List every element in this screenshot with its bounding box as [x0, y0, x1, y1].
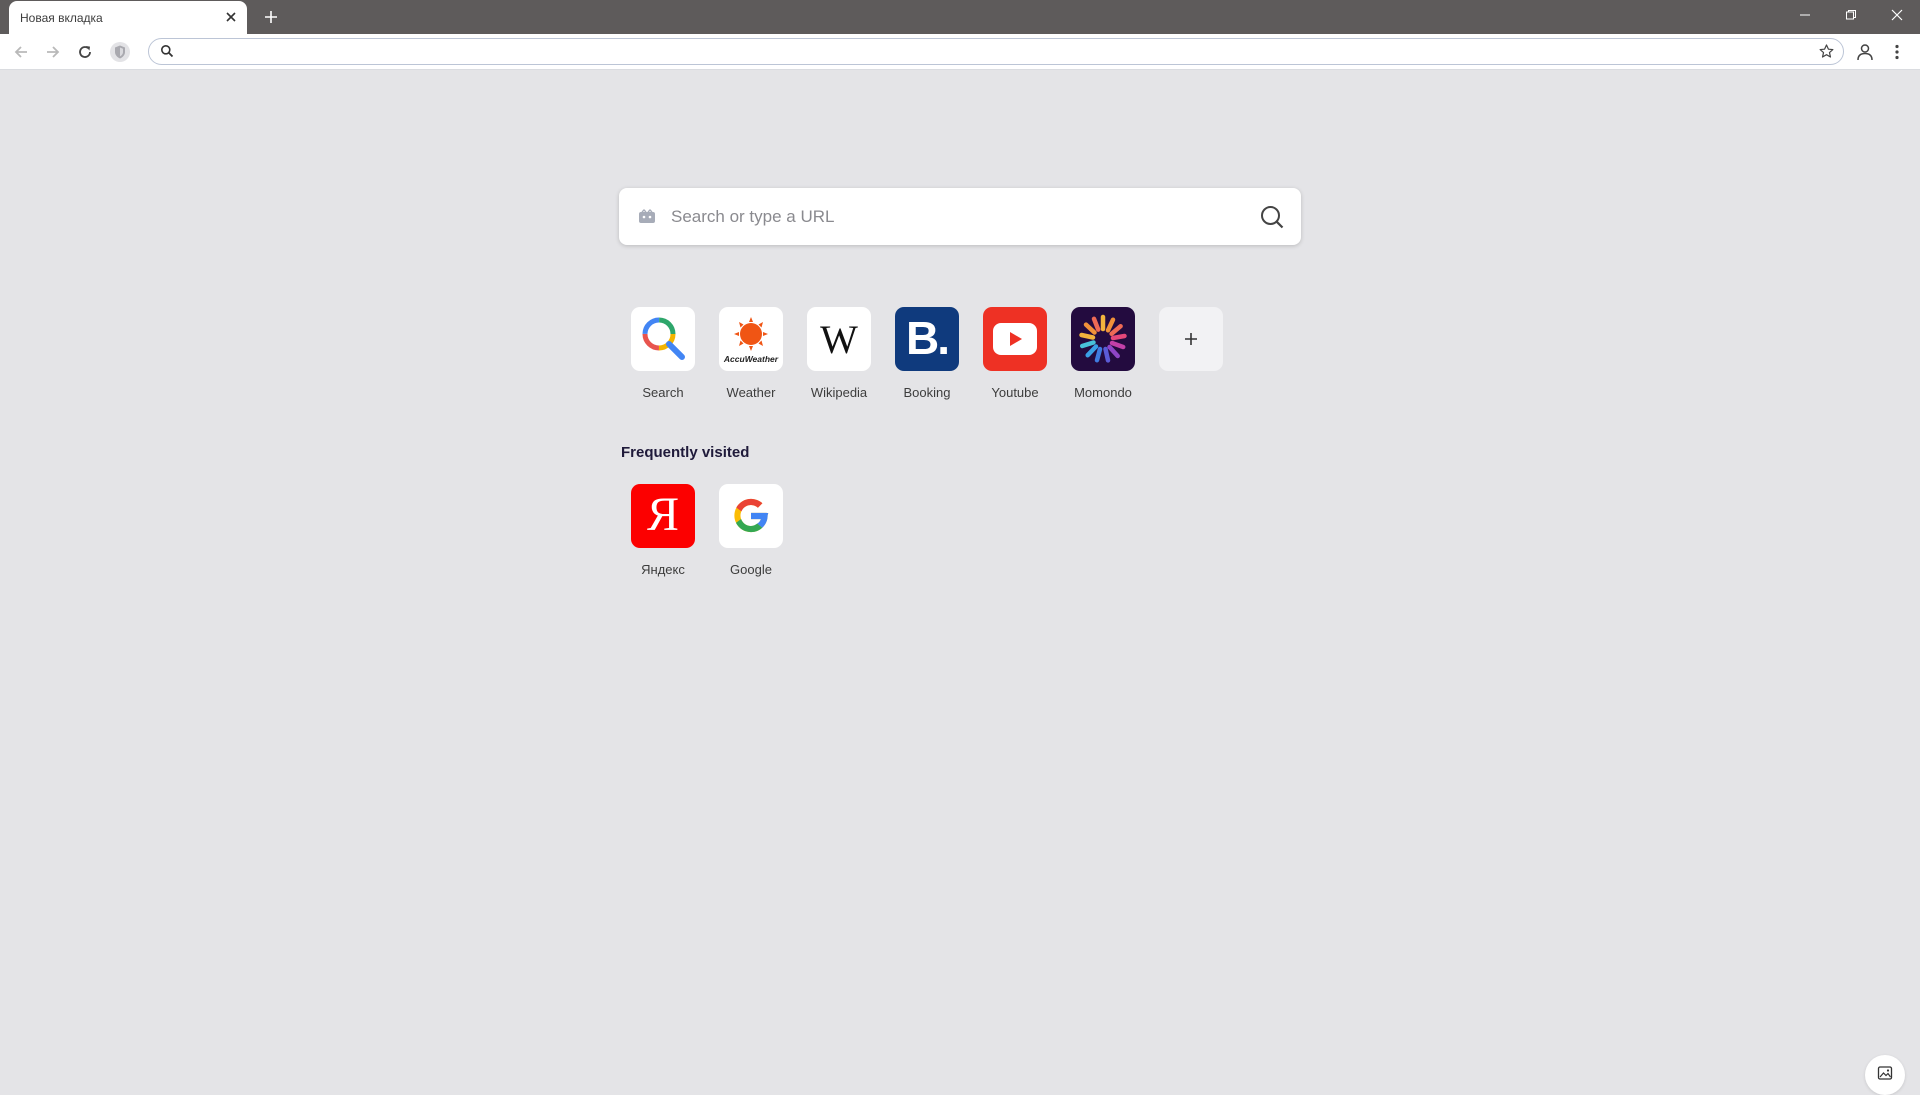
accuweather-logo-text: AccuWeather — [723, 353, 779, 364]
momondo-logo-icon — [1071, 307, 1135, 371]
tile-label: Google — [730, 562, 772, 577]
tab-close-icon[interactable] — [223, 9, 239, 25]
yandex-logo-icon: Я — [631, 484, 695, 548]
customize-background-button[interactable] — [1865, 1055, 1905, 1095]
tile-yandex[interactable]: Я Яндекс — [619, 484, 707, 584]
magnifier-logo-icon — [631, 307, 695, 371]
tile-label: Яндекс — [641, 562, 685, 577]
shield-icon[interactable] — [108, 40, 132, 64]
add-tile-button[interactable] — [1147, 307, 1235, 407]
close-window-icon[interactable] — [1874, 0, 1920, 30]
tile-youtube[interactable]: Youtube — [971, 307, 1059, 407]
back-icon[interactable] — [9, 40, 33, 64]
image-icon — [1877, 1065, 1893, 1086]
reload-icon[interactable] — [73, 40, 97, 64]
tile-label: Weather — [726, 385, 776, 400]
speed-dial: Search AccuWeather Weather W Wikipedia B… — [619, 307, 1319, 407]
youtube-logo-icon — [983, 307, 1047, 371]
address-input[interactable] — [183, 41, 1783, 62]
title-bar: Новая вкладка — [0, 0, 1920, 34]
tile-label: Booking — [903, 385, 951, 400]
yandex-logo-text: Я — [646, 488, 679, 541]
restore-icon[interactable] — [1828, 0, 1874, 30]
wikipedia-logo-text: W — [820, 316, 858, 362]
tile-label: Wikipedia — [810, 385, 868, 400]
browser-toolbar — [0, 34, 1920, 70]
browser-tab-active[interactable]: Новая вкладка — [9, 1, 247, 34]
tab-title: Новая вкладка — [20, 11, 103, 25]
search-input[interactable] — [671, 202, 1231, 232]
tile-wikipedia[interactable]: W Wikipedia — [795, 307, 883, 407]
search-engine-icon[interactable] — [638, 209, 656, 225]
tile-search[interactable]: Search — [619, 307, 707, 407]
minimize-icon[interactable] — [1782, 0, 1828, 30]
new-tab-page: Search AccuWeather Weather W — [0, 70, 1920, 1095]
tile-label: Momondo — [1074, 385, 1132, 400]
google-logo-icon — [719, 484, 783, 548]
tile-weather[interactable]: AccuWeather Weather — [707, 307, 795, 407]
frequently-visited-list: Я Яндекс Google — [619, 484, 919, 584]
wikipedia-logo-icon: W — [807, 307, 871, 371]
frequently-visited-title: Frequently visited — [621, 444, 750, 461]
tile-label: Search — [642, 385, 684, 400]
search-icon — [160, 44, 174, 58]
profile-icon[interactable] — [1853, 40, 1877, 64]
tile-momondo[interactable]: Momondo — [1059, 307, 1147, 407]
plus-icon — [1159, 307, 1223, 371]
accuweather-logo-icon: AccuWeather — [719, 307, 783, 371]
new-tab-button[interactable] — [260, 6, 282, 28]
tile-google[interactable]: Google — [707, 484, 795, 584]
menu-kebab-icon[interactable] — [1885, 40, 1909, 64]
bookmark-star-icon[interactable] — [1818, 43, 1835, 60]
booking-logo-icon: B. — [895, 307, 959, 371]
tile-label: Youtube — [991, 385, 1039, 400]
forward-icon[interactable] — [41, 40, 65, 64]
search-icon[interactable] — [1259, 204, 1285, 230]
booking-logo-text: B. — [906, 312, 950, 364]
search-box[interactable] — [619, 188, 1301, 245]
address-bar[interactable] — [148, 38, 1844, 65]
tile-booking[interactable]: B. Booking — [883, 307, 971, 407]
